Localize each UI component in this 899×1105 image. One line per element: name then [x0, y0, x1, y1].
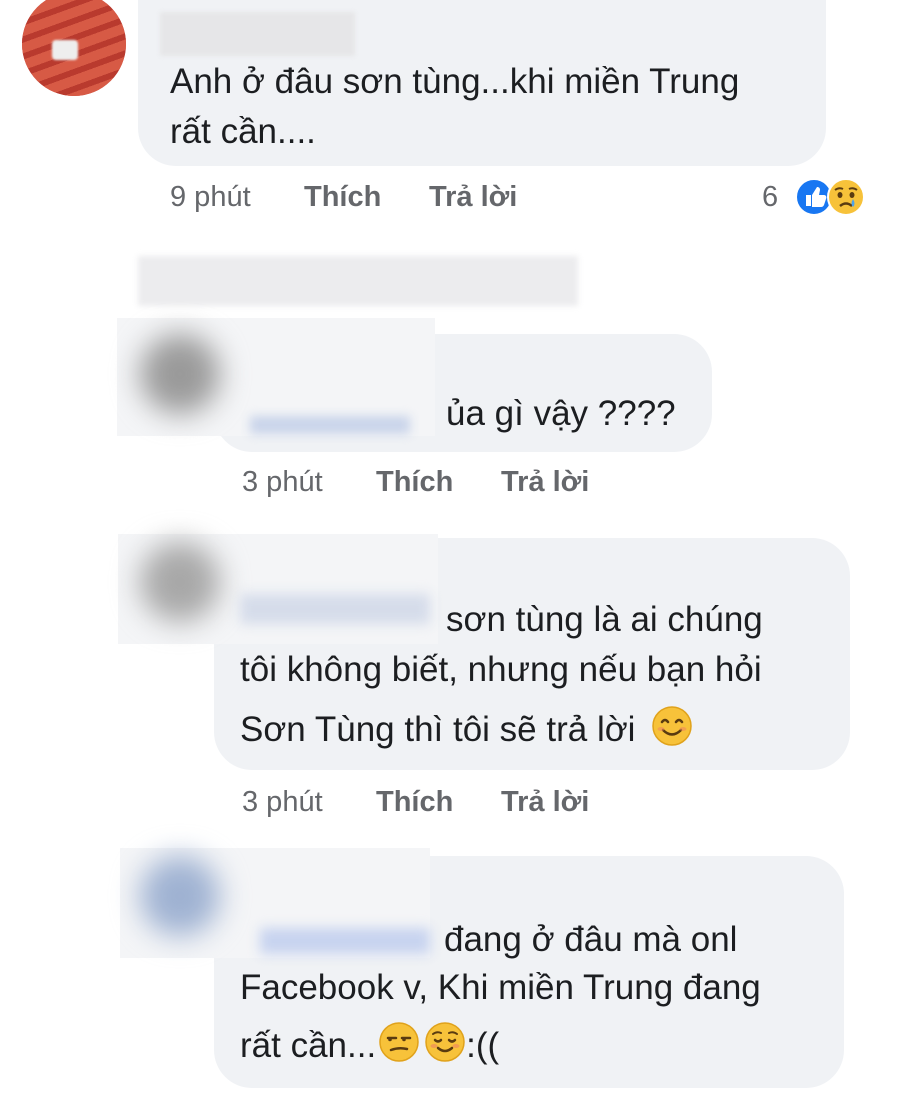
- comment-text-line-2: Facebook v, Khi miền Trung đang: [240, 968, 761, 1007]
- reply-button[interactable]: Trả lời: [501, 466, 589, 499]
- username-blurred[interactable]: [250, 416, 410, 434]
- smiling-face-icon: [652, 706, 692, 746]
- unamused-face-icon: [379, 1022, 419, 1062]
- comment-text-line-1: ủa gì vậy ????: [446, 394, 676, 433]
- comment-text-line-2: rất cần....: [170, 112, 316, 151]
- relieved-face-icon: [425, 1022, 465, 1062]
- reply-button[interactable]: Trả lời: [429, 181, 517, 214]
- reply-button[interactable]: Trả lời: [501, 786, 589, 819]
- username-blurred[interactable]: [260, 928, 430, 954]
- comment-text-line-3: Sơn Tùng thì tôi sẽ trả lời: [240, 702, 693, 758]
- sad-icon: [827, 178, 865, 216]
- comment-text-line-3: rất cần... :((: [240, 1018, 499, 1074]
- avatar-blurred[interactable]: [140, 542, 220, 622]
- comment-tail-text: :((: [466, 1026, 500, 1065]
- like-button[interactable]: Thích: [376, 786, 453, 819]
- avatar-blurred[interactable]: [140, 856, 220, 936]
- comment-text-line-3-text: Sơn Tùng thì tôi sẽ trả lời: [240, 710, 636, 749]
- reaction-count: 6: [762, 181, 779, 213]
- like-button[interactable]: Thích: [304, 181, 381, 214]
- username-blurred[interactable]: [240, 594, 430, 624]
- comment-text-line-2: tôi không biết, nhưng nếu bạn hỏi: [240, 650, 762, 689]
- reactions-summary[interactable]: 6: [762, 174, 874, 220]
- comment-time: 9 phút: [170, 181, 251, 213]
- comment-text-line-3-text: rất cần...: [240, 1026, 377, 1065]
- comment-text-line-1: sơn tùng là ai chúng: [446, 600, 763, 639]
- comment-time: 3 phút: [242, 466, 323, 498]
- blurred-reply-header: [138, 256, 578, 306]
- like-button[interactable]: Thích: [376, 466, 453, 499]
- username-blurred[interactable]: [160, 12, 355, 56]
- avatar[interactable]: [22, 0, 126, 96]
- avatar-blurred[interactable]: [140, 334, 220, 414]
- comment-time: 3 phút: [242, 786, 323, 818]
- comment-text-line-1: Anh ở đâu sơn tùng...khi miền Trung: [170, 62, 740, 101]
